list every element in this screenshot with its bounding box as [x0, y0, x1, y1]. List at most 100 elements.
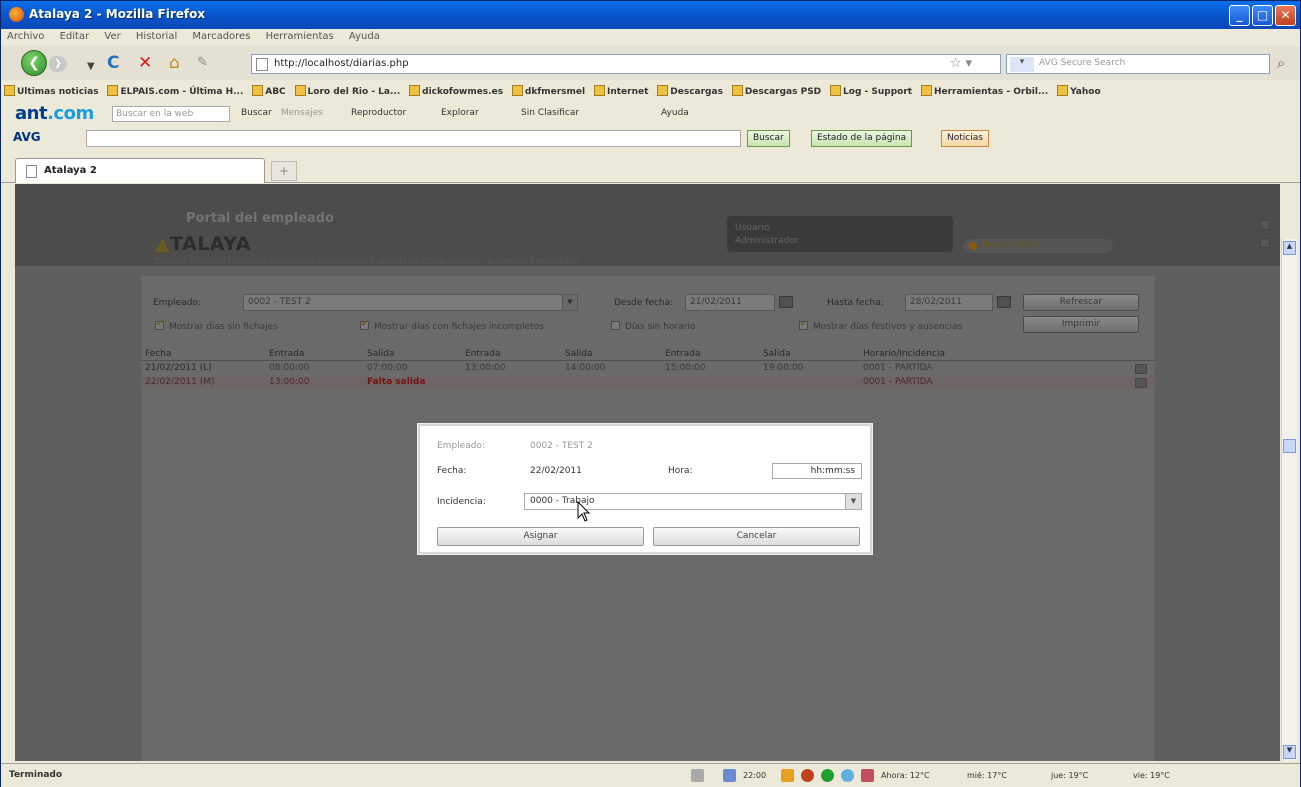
ant-search-input[interactable]: Buscar en la web: [112, 106, 230, 122]
col-header-salida: Salida: [763, 349, 791, 359]
chevron-down-icon: ▼: [562, 295, 577, 310]
browser-window: Atalaya 2 - Mozilla Firefox _ □ ✕ Archiv…: [0, 0, 1301, 787]
maximize-button[interactable]: □: [1252, 5, 1273, 26]
bookmark-item[interactable]: Log - Support: [830, 85, 912, 97]
menu-herramientas[interactable]: Herramientas: [266, 31, 334, 42]
menu-ayuda[interactable]: Ayuda: [349, 31, 380, 42]
vertical-scrollbar[interactable]: ▲ ▼: [1281, 239, 1297, 761]
col-header-salida: Salida: [367, 349, 395, 359]
hasta-fecha-input[interactable]: 28/02/2011: [905, 294, 993, 311]
bookmark-item[interactable]: dickofowmes.es: [409, 85, 503, 97]
chk-sin-horario[interactable]: Días sin horario: [611, 321, 695, 332]
home-icon[interactable]: ⌂: [169, 54, 180, 72]
logout-button[interactable]: Desconectar: [963, 239, 1113, 253]
search-engine-icon[interactable]: ▾: [1010, 57, 1034, 72]
ant-search-button[interactable]: Buscar: [241, 108, 272, 118]
scroll-up-icon[interactable]: ▲: [1283, 241, 1296, 255]
bookmark-item[interactable]: Yahoo: [1057, 85, 1101, 97]
bookmark-item[interactable]: Ultimas noticias: [4, 85, 99, 97]
avg-search-input[interactable]: [86, 130, 741, 147]
table-row[interactable]: 21/02/2011 (L) 08:00:00 07:00:00 13:00:0…: [141, 363, 1155, 375]
avg-news-button[interactable]: Noticias: [941, 130, 989, 147]
checkbox-icon[interactable]: [360, 319, 369, 330]
bookmark-item[interactable]: Internet: [593, 85, 648, 97]
search-icon[interactable]: ⌕: [1277, 54, 1285, 72]
menu-editar[interactable]: Editar: [60, 31, 90, 42]
ant-unsorted-button[interactable]: Sin Clasificar: [521, 108, 579, 118]
new-tab-button[interactable]: +: [271, 161, 297, 181]
cell-fecha: 21/02/2011 (L): [145, 363, 212, 373]
tab-atalaya[interactable]: Atalaya 2: [15, 158, 265, 183]
row-edit-icon[interactable]: [1135, 364, 1147, 374]
reload-icon[interactable]: C: [107, 54, 119, 72]
url-bar[interactable]: http://localhost/diarias.php ☆ ▾: [251, 54, 1001, 74]
ant-explore-button[interactable]: Explorar: [441, 108, 479, 118]
bookmark-item[interactable]: Descargas: [657, 85, 723, 97]
tray-icon[interactable]: [861, 769, 874, 782]
menu-historial[interactable]: Historial: [136, 31, 177, 42]
stop-icon[interactable]: ✕: [138, 54, 152, 72]
weather-thu: jue: 19°C: [1051, 771, 1089, 780]
bookmark-star-icon[interactable]: ☆ ▾: [950, 56, 972, 71]
imprimir-button[interactable]: Imprimir: [1023, 316, 1139, 333]
search-bar[interactable]: ▾ AVG Secure Search: [1006, 54, 1270, 74]
checkbox-icon[interactable]: [155, 319, 164, 330]
chk-festivos[interactable]: Mostrar días festivos y ausencias: [799, 319, 962, 332]
tray-icon[interactable]: [723, 769, 736, 782]
table-row[interactable]: 22/02/2011 (M) 13:00:00 Falta salida 000…: [141, 377, 1155, 389]
empleado-select[interactable]: 0002 - TEST 2 ▼: [243, 294, 578, 311]
calendar-icon[interactable]: [779, 296, 793, 308]
tray-icon[interactable]: [781, 769, 794, 782]
chk-incompletos[interactable]: Mostrar días con fichajes incompletos: [360, 319, 544, 332]
cancelar-button[interactable]: Cancelar: [653, 527, 860, 546]
back-button[interactable]: ❮: [21, 50, 47, 76]
header-icon[interactable]: [1260, 238, 1270, 248]
tray-icon[interactable]: [801, 769, 814, 782]
mouse-cursor-icon: [577, 501, 591, 522]
calendar-icon[interactable]: [997, 296, 1011, 308]
bookmark-item[interactable]: Descargas PSD: [731, 85, 821, 97]
checkbox-icon[interactable]: [799, 319, 808, 330]
weather-fri: vie: 19°C: [1133, 771, 1170, 780]
addon-icon[interactable]: ✎: [197, 54, 208, 72]
chk-sin-fichajes[interactable]: Mostrar días sin fichajes: [155, 319, 278, 332]
scroll-thumb[interactable]: [1283, 439, 1296, 453]
menu-archivo[interactable]: Archivo: [7, 31, 44, 42]
scroll-down-icon[interactable]: ▼: [1283, 745, 1296, 759]
bookmark-item[interactable]: Herramientas - Orbil...: [920, 85, 1048, 97]
col-header-fecha: Fecha: [145, 349, 172, 359]
tray-icon[interactable]: [691, 769, 704, 782]
weather-wed: mié: 17°C: [967, 771, 1007, 780]
url-text[interactable]: http://localhost/diarias.php: [274, 58, 409, 69]
ant-player-button[interactable]: Reproductor: [351, 108, 406, 118]
desde-fecha-input[interactable]: 21/02/2011: [685, 294, 775, 311]
tray-icon[interactable]: [841, 769, 854, 782]
ant-messages-button[interactable]: Mensajes: [281, 108, 323, 118]
refrescar-button[interactable]: Refrescar: [1023, 294, 1139, 311]
row-edit-icon[interactable]: [1135, 378, 1147, 388]
close-button[interactable]: ✕: [1275, 5, 1296, 26]
forward-button[interactable]: ❯: [49, 56, 67, 72]
bookmark-item[interactable]: Loro del Rio - La...: [294, 85, 400, 97]
checkbox-icon[interactable]: [611, 321, 620, 330]
avg-page-status-button[interactable]: Estado de la página: [811, 130, 913, 147]
dialog-incidencia-select[interactable]: 0000 - Trabajo ▼: [524, 493, 862, 510]
app-nav[interactable]: Diarias Fichajes Horarios Ausencias Inci…: [155, 257, 579, 267]
header-icon[interactable]: [1260, 220, 1270, 230]
ant-help-button[interactable]: Ayuda: [661, 108, 689, 118]
bookmark-icon: [920, 85, 932, 96]
bookmark-item[interactable]: ELPAIS.com - Última H...: [107, 85, 243, 97]
bookmark-item[interactable]: dkfmersmel: [511, 85, 585, 97]
avg-search-button[interactable]: Buscar: [747, 130, 790, 147]
menu-ver[interactable]: Ver: [104, 31, 120, 42]
asignar-button[interactable]: Asignar: [437, 527, 644, 546]
dialog-hora-input[interactable]: hh:mm:ss: [772, 463, 862, 479]
portal-title: Portal del empleado: [186, 211, 334, 226]
bookmark-icon: [593, 85, 605, 96]
search-placeholder[interactable]: AVG Secure Search: [1039, 58, 1125, 68]
history-dropdown-icon[interactable]: ▼: [87, 58, 95, 76]
bookmark-item[interactable]: ABC: [252, 85, 286, 97]
menu-marcadores[interactable]: Marcadores: [192, 31, 250, 42]
tray-icon[interactable]: [821, 769, 834, 782]
minimize-button[interactable]: _: [1229, 5, 1250, 26]
